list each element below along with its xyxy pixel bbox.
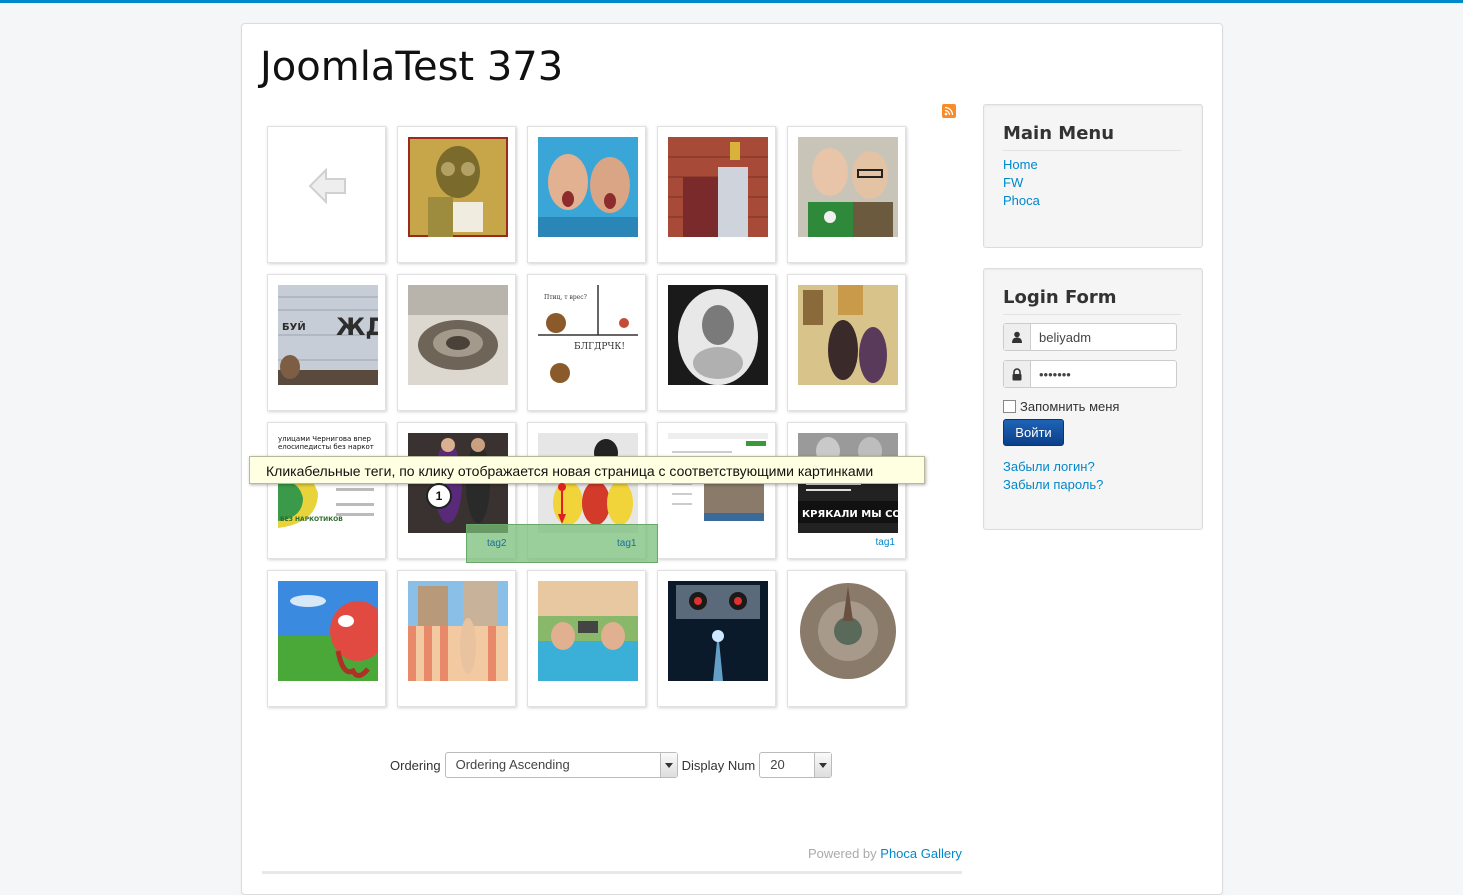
- password-field[interactable]: [1003, 360, 1177, 388]
- gallery-thumb[interactable]: [787, 570, 906, 707]
- thumbnail-image: Птиц, т врес? БЛГДРЧК!: [538, 285, 638, 385]
- phoca-gallery-link[interactable]: Phoca Gallery: [880, 846, 962, 861]
- login-button[interactable]: Войти: [1003, 419, 1064, 446]
- gallery-thumb[interactable]: [657, 126, 776, 263]
- ordering-value: Ordering Ascending: [455, 757, 570, 772]
- thumbnail-image: [798, 581, 898, 681]
- forgot-password-link[interactable]: Забыли пароль?: [1003, 477, 1103, 492]
- tooltip: Кликабельные теги, по клику отображается…: [249, 456, 925, 484]
- login-module: Login Form Запомнить меня Войти Забыли л…: [983, 268, 1203, 530]
- tag-link[interactable]: tag1: [876, 537, 895, 548]
- thumb-text: БЕЗ НАРКОТИКОВ: [280, 516, 343, 523]
- thumb-text: КРЯКАЛИ МЫ СОФТ: [802, 509, 898, 520]
- thumbnail-image: [668, 285, 768, 385]
- gallery-thumb[interactable]: [657, 422, 776, 559]
- main-menu-module: Main Menu Home FW Phoca: [983, 104, 1203, 248]
- gallery-thumb[interactable]: [397, 274, 516, 411]
- gallery-thumb[interactable]: [527, 126, 646, 263]
- gallery-thumb[interactable]: [397, 570, 516, 707]
- thumb-text: ЖДИ: [336, 313, 378, 341]
- thumb-text: БУЙ: [282, 320, 306, 333]
- ordering-label: Ordering: [390, 757, 441, 773]
- map-pin-icon: [558, 483, 566, 524]
- powered-by: Powered by Phoca Gallery: [808, 846, 962, 861]
- gallery-thumb[interactable]: [397, 126, 516, 263]
- user-icon: [1004, 324, 1031, 350]
- chevron-down-icon[interactable]: [814, 753, 832, 777]
- rss-icon[interactable]: [942, 104, 956, 118]
- tag-overlay[interactable]: tag2 tag1: [466, 524, 658, 563]
- remember-label: Запомнить меня: [1020, 399, 1120, 414]
- module-title: Login Form: [1003, 287, 1117, 308]
- username-input[interactable]: [1031, 324, 1171, 350]
- tag-link[interactable]: tag2: [487, 538, 506, 549]
- menu-item-phoca[interactable]: Phoca: [1003, 193, 1040, 208]
- display-num-value: 20: [770, 757, 785, 772]
- thumbnail-image: [538, 137, 638, 237]
- page-container: JoomlaTest 373 ЖД БУЙ Птиц, т врес? БЛГД…: [241, 23, 1223, 895]
- thumbnail-image: [668, 137, 768, 237]
- thumbnail-image: [408, 285, 508, 385]
- module-title: Main Menu: [1003, 123, 1115, 144]
- ordering-select[interactable]: Ordering Ascending: [444, 752, 678, 778]
- lock-icon: [1004, 361, 1031, 387]
- thumbnail-image: [278, 581, 378, 681]
- display-num-label: Display Num: [681, 757, 756, 773]
- gallery-thumb[interactable]: [527, 570, 646, 707]
- ordering-bar: Ordering Ordering Ascending Display Num …: [390, 751, 836, 779]
- gallery-thumb[interactable]: Птиц, т врес? БЛГДРЧК!: [527, 274, 646, 411]
- username-field[interactable]: [1003, 323, 1177, 351]
- tag-link[interactable]: tag1: [617, 538, 636, 549]
- gallery-thumb[interactable]: КРЯКАЛИ МЫ СОФТ tag1: [787, 422, 906, 559]
- site-title[interactable]: JoomlaTest 373: [260, 44, 563, 90]
- divider: [1003, 314, 1181, 315]
- thumb-text: улицами Чернигова впер: [278, 435, 372, 443]
- gallery-grid: ЖДИ БУЙ Птиц, т врес? БЛГДРЧК!: [249, 126, 925, 716]
- thumbnail-image: [408, 581, 508, 681]
- gallery-thumb[interactable]: [787, 126, 906, 263]
- divider: [1003, 150, 1181, 151]
- thumb-text: БЛГДРЧК!: [574, 342, 625, 352]
- gallery-thumb[interactable]: ЖДИ БУЙ: [267, 274, 386, 411]
- annotation-marker: 1: [426, 483, 452, 509]
- thumb-text: елосипедисты без наркот: [278, 443, 374, 451]
- gallery-thumb[interactable]: улицами Чернигова впер елосипедисты без …: [267, 422, 386, 559]
- gallery-thumb[interactable]: [657, 570, 776, 707]
- menu-item-fw[interactable]: FW: [1003, 175, 1023, 190]
- powered-prefix: Powered by: [808, 846, 877, 861]
- gallery-thumb[interactable]: [267, 570, 386, 707]
- thumbnail-image: [798, 137, 898, 237]
- divider: [262, 871, 962, 874]
- thumbnail-image: [408, 137, 508, 237]
- forgot-login-link[interactable]: Забыли логин?: [1003, 459, 1095, 474]
- gallery-thumb[interactable]: [787, 274, 906, 411]
- display-num-select[interactable]: 20: [759, 752, 833, 778]
- back-arrow-icon: [308, 167, 346, 205]
- gallery-back-thumb[interactable]: [267, 126, 386, 263]
- thumbnail-image: [538, 581, 638, 681]
- thumbnail-image: ЖДИ БУЙ: [278, 285, 378, 385]
- remember-me[interactable]: Запомнить меня: [1003, 399, 1119, 414]
- chevron-down-icon[interactable]: [659, 753, 677, 777]
- gallery-thumb[interactable]: [657, 274, 776, 411]
- thumb-text: Птиц, т врес?: [544, 294, 587, 301]
- menu-item-home[interactable]: Home: [1003, 157, 1038, 172]
- remember-checkbox[interactable]: [1003, 400, 1016, 413]
- thumbnail-image: [798, 285, 898, 385]
- password-input[interactable]: [1031, 361, 1171, 387]
- thumbnail-image: [668, 581, 768, 681]
